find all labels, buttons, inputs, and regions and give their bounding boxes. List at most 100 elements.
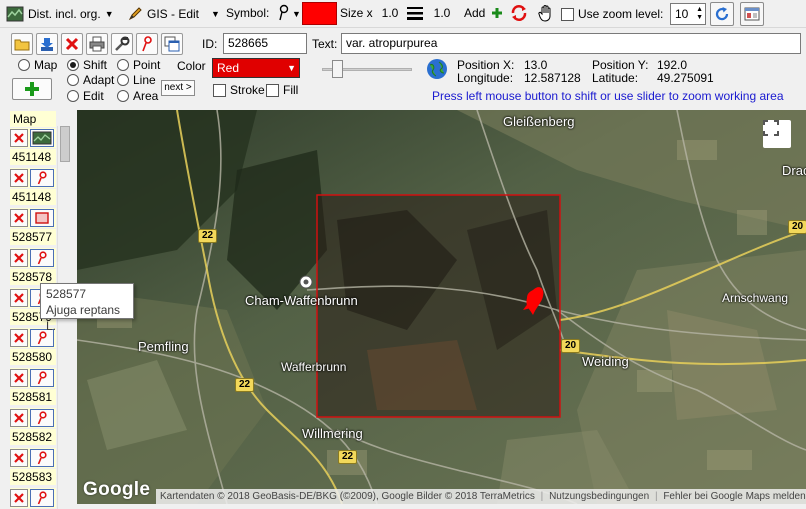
list-item[interactable] — [10, 168, 56, 188]
chevron-down-icon: ▼ — [292, 9, 301, 19]
size-input[interactable]: 1.0 — [373, 3, 407, 23]
latitude-value: 49.275091 — [657, 71, 714, 85]
delete-item-button[interactable] — [10, 289, 28, 307]
radio-map[interactable]: Map — [18, 58, 57, 72]
next-button[interactable]: next > — [161, 80, 195, 96]
color-select[interactable]: Red ▼ — [212, 58, 300, 78]
refresh-button[interactable] — [710, 2, 734, 26]
radio-shift-label: Shift — [83, 58, 108, 72]
list-item-id: 528577 — [10, 229, 56, 245]
attribution-text: Kartendaten © 2018 GeoBasis-DE/BKG (©200… — [160, 491, 535, 502]
zoom-level-stepper[interactable]: 10 ▲ ▼ — [670, 3, 706, 25]
delete-item-button[interactable] — [10, 249, 28, 267]
text-label: Text: — [312, 37, 338, 51]
fill-label: Fill — [283, 83, 299, 97]
radio-dot[interactable] — [117, 74, 129, 86]
map-type-icon[interactable] — [30, 129, 54, 147]
pin-tool-button[interactable] — [136, 33, 158, 55]
radio-area[interactable]: Area — [117, 89, 158, 103]
list-item[interactable] — [10, 128, 56, 148]
checkbox-box[interactable] — [213, 83, 226, 97]
list-item[interactable] — [10, 208, 56, 228]
gis-edit-dropdown[interactable]: GIS - Edit ▼ — [128, 2, 220, 26]
text-input[interactable]: var. atropurpurea — [341, 33, 801, 54]
radio-edit[interactable]: Edit — [67, 89, 104, 103]
delete-item-button[interactable] — [10, 369, 28, 387]
tooltip-id: 528577 — [46, 287, 87, 301]
delete-button[interactable] — [61, 33, 83, 55]
radio-adapt[interactable]: Adapt — [67, 73, 114, 87]
pencil-icon — [128, 5, 144, 24]
use-zoom-checkbox[interactable]: Use zoom level: — [561, 7, 663, 21]
line-width-icon[interactable] — [407, 6, 423, 23]
delete-item-button[interactable] — [10, 169, 28, 187]
mode-dropdown[interactable]: Dist. incl. org. ▼ — [6, 2, 114, 26]
scrollbar-thumb[interactable] — [60, 126, 70, 162]
delete-item-button[interactable] — [10, 449, 28, 467]
delete-item-button[interactable] — [10, 209, 28, 227]
refresh-red-icon[interactable] — [510, 4, 528, 25]
checkbox-box[interactable] — [561, 7, 574, 21]
point-type-icon[interactable] — [30, 409, 54, 427]
radio-dot[interactable] — [117, 90, 129, 102]
map-view[interactable]: Gleißenberg Drache Cham-Waffenbrunn Arns… — [77, 110, 806, 504]
radio-dot[interactable] — [67, 90, 79, 102]
radio-area-label: Area — [133, 89, 159, 103]
download-button[interactable] — [36, 33, 58, 55]
gis-label: GIS - Edit — [147, 7, 200, 21]
checkbox-box[interactable] — [266, 83, 279, 97]
point-type-icon[interactable] — [30, 489, 54, 507]
area-type-icon[interactable] — [30, 209, 54, 227]
stroke-checkbox[interactable]: Stroke — [213, 83, 265, 97]
fill-checkbox[interactable]: Fill — [266, 83, 298, 97]
symbol-dropdown[interactable]: ▼ — [278, 2, 301, 26]
copy-window-button[interactable] — [161, 33, 183, 55]
zoom-slider-thumb[interactable] — [332, 60, 343, 78]
point-type-icon[interactable] — [30, 449, 54, 467]
globe-map-icon — [6, 5, 24, 23]
radio-point[interactable]: Point — [117, 58, 160, 72]
radio-line[interactable]: Line — [117, 73, 156, 87]
delete-item-button[interactable] — [10, 489, 28, 507]
id-input[interactable]: 528665 — [223, 33, 307, 54]
radio-dot[interactable] — [117, 59, 129, 71]
radio-point-label: Point — [133, 58, 161, 72]
report-error-link[interactable]: Fehler bei Google Maps melden — [663, 491, 805, 502]
point-type-icon[interactable] — [30, 169, 54, 187]
open-folder-button[interactable] — [11, 33, 33, 55]
refresh-icon — [715, 7, 729, 21]
list-item[interactable] — [10, 448, 56, 468]
google-logo: Google — [83, 479, 151, 500]
radio-dot[interactable] — [18, 59, 30, 71]
list-item[interactable] — [10, 368, 56, 388]
printer-icon — [89, 36, 105, 52]
delete-item-button[interactable] — [10, 409, 28, 427]
plus-icon[interactable] — [492, 7, 502, 21]
list-item[interactable] — [10, 248, 56, 268]
add-green-button[interactable] — [12, 78, 52, 100]
zoom-label: Use zoom level: — [578, 7, 664, 21]
point-type-icon[interactable] — [30, 249, 54, 267]
mode-label: Dist. incl. org. — [28, 7, 101, 21]
hand-icon[interactable] — [538, 4, 554, 25]
place-cham: Cham-Waffenbrunn — [245, 293, 358, 308]
copy-window-icon — [164, 36, 180, 52]
radio-shift[interactable]: Shift — [67, 58, 107, 72]
list-item-id: 528580 — [10, 349, 56, 365]
radio-dot[interactable] — [67, 74, 79, 86]
list-item[interactable] — [10, 408, 56, 428]
terms-link[interactable]: Nutzungsbedingungen — [549, 491, 649, 502]
delete-item-button[interactable] — [10, 129, 28, 147]
radio-dot[interactable] — [67, 59, 79, 71]
tools-button[interactable] — [111, 33, 133, 55]
line-width-input[interactable]: 1.0 — [425, 3, 459, 23]
place-wafferbrunn: Wafferbrunn — [281, 360, 347, 374]
window-button[interactable] — [740, 2, 764, 26]
point-type-icon[interactable] — [30, 369, 54, 387]
print-button[interactable] — [86, 33, 108, 55]
symbol-color-swatch[interactable] — [302, 2, 337, 25]
stepper-arrows-icon[interactable]: ▲ ▼ — [696, 6, 703, 22]
delete-item-button[interactable] — [10, 329, 28, 347]
list-item[interactable] — [10, 488, 56, 508]
fullscreen-button[interactable] — [763, 120, 791, 148]
